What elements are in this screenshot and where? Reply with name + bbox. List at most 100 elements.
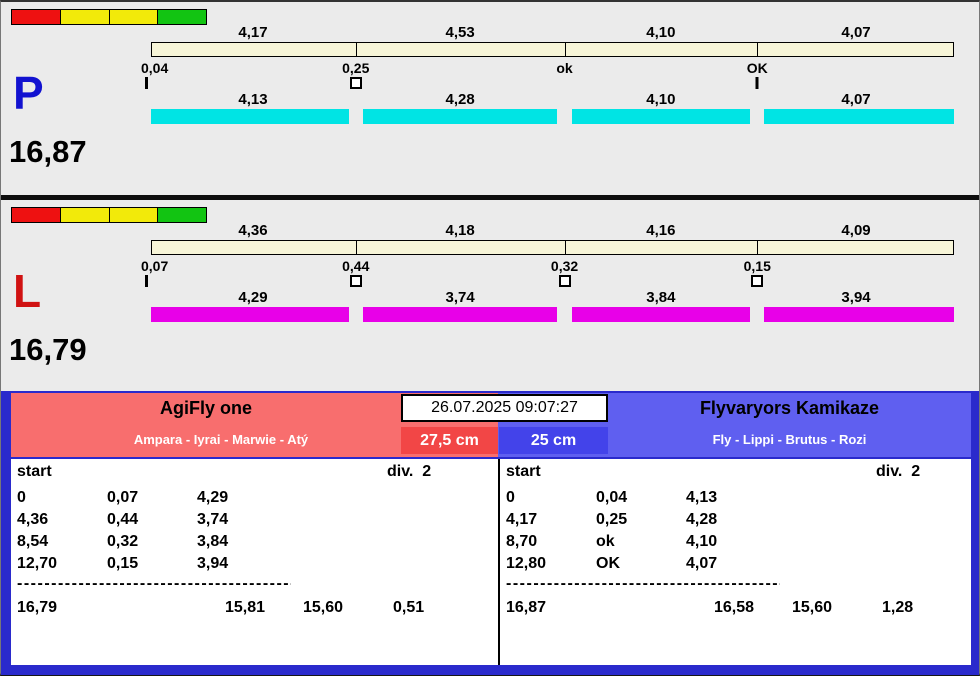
cell-change-time: 0,25 <box>596 511 628 528</box>
dashed-separator: ----------------------------------------… <box>17 575 291 592</box>
dashed-separator: ----------------------------------------… <box>506 575 780 592</box>
table-row: 8,54 0,32 3,84 <box>15 533 493 553</box>
table-row: 0 0,07 4,29 <box>15 489 493 509</box>
results-footer: AgiFly one Flyvaryors Kamikaze Ampara - … <box>1 391 979 675</box>
division-label: div. 2 <box>387 463 432 480</box>
start-lights <box>11 207 207 223</box>
start-label: start <box>17 463 52 480</box>
start-lights <box>11 9 207 25</box>
results-table-left: start div. 2 0 0,07 4,29 4,36 0,44 3,74 … <box>15 459 493 665</box>
results-table-right: start div. 2 0 0,04 4,13 4,17 0,25 4,28 … <box>504 459 966 665</box>
lane-letter: P <box>13 67 44 119</box>
cell-start-time: 12,80 <box>506 555 547 572</box>
segment-divider <box>756 241 758 254</box>
totals-row: 16,87 16,58 15,60 1,28 <box>504 599 966 619</box>
light-green-segment <box>158 10 206 24</box>
split-time: 4,07 <box>841 91 871 108</box>
cell-run-time: 4,29 <box>197 489 229 506</box>
tick-marker-icon <box>145 77 148 89</box>
run-bar <box>764 307 954 322</box>
timing-track: 4,36 4,18 4,16 4,09 0,07 0,44 0,32 0,15 … <box>141 222 954 332</box>
run-bar <box>571 109 751 124</box>
division-label: div. 2 <box>876 463 921 480</box>
cell-run-time: 3,94 <box>197 555 229 572</box>
timing-app-window: { "panels": [ { "letter": "P", "letter_c… <box>0 0 980 676</box>
tick-marker-icon <box>145 275 148 287</box>
lane-panel-p: P 16,87 4,17 4,53 4,10 4,07 0,04 0,25 ok… <box>1 4 979 194</box>
run-bar <box>362 307 558 322</box>
segment-divider <box>756 43 758 56</box>
team-name-left: AgiFly one <box>159 398 252 418</box>
split-time: 3,84 <box>646 289 676 306</box>
run-bar <box>571 307 751 322</box>
cell-change-time: 0,32 <box>107 533 139 550</box>
cell-start-time: 4,17 <box>506 511 538 528</box>
crossing-value: 0,25 <box>342 60 370 76</box>
upper-split-times: 4,17 4,53 4,10 4,07 <box>151 24 954 41</box>
cell-change-time: 0,44 <box>107 511 139 528</box>
crossing-value: ok <box>556 60 573 76</box>
cell-run-time: 3,74 <box>197 511 229 528</box>
cell-start-time: 0 <box>506 489 515 506</box>
results-tables: start div. 2 0 0,07 4,29 4,36 0,44 3,74 … <box>11 459 971 665</box>
box-marker-icon <box>349 275 362 287</box>
team-members-right: Fly - Lippi - Brutus - Rozi <box>712 432 867 447</box>
team-name-right: Flyvaryors Kamikaze <box>699 398 880 418</box>
panel-separator <box>1 195 979 200</box>
total-time: 16,79 <box>17 599 58 616</box>
crossing-values: 0,04 0,25 ok OK <box>141 60 954 76</box>
crossing-value: 0,32 <box>550 258 579 274</box>
cell-run-time: 4,07 <box>686 555 718 572</box>
lane-panel-l: L 16,79 4,36 4,18 4,16 4,09 0,07 0,44 0,… <box>1 202 979 392</box>
table-row: 4,36 0,44 3,74 <box>15 511 493 531</box>
segment-divider <box>356 241 358 254</box>
box-marker-icon <box>558 275 571 287</box>
total-reference-time: 15,60 <box>303 599 344 616</box>
lower-split-times: 4,13 4,28 4,10 4,07 <box>151 91 954 108</box>
crossing-values: 0,07 0,44 0,32 0,15 <box>141 258 954 274</box>
timing-track: 4,17 4,53 4,10 4,07 0,04 0,25 ok OK 4,13… <box>141 24 954 134</box>
lane-total-time: 16,79 <box>9 332 87 367</box>
total-net-time: 16,58 <box>714 599 755 616</box>
run-bar <box>151 109 349 124</box>
split-time: 4,09 <box>841 222 871 239</box>
cell-run-time: 3,84 <box>197 533 229 550</box>
cell-start-time: 0 <box>17 489 26 506</box>
lower-split-times: 4,29 3,74 3,84 3,94 <box>151 289 954 306</box>
cell-run-time: 4,28 <box>686 511 718 528</box>
segment-bar <box>151 42 954 57</box>
segment-divider <box>356 43 358 56</box>
split-time: 4,53 <box>445 24 475 41</box>
light-red-segment <box>12 10 61 24</box>
crossing-value: 0,07 <box>141 258 169 274</box>
total-difference: 1,28 <box>882 599 914 616</box>
split-time: 4,17 <box>238 24 268 41</box>
split-time: 4,29 <box>238 289 268 306</box>
crossing-value: OK <box>746 60 768 76</box>
split-time: 4,10 <box>646 91 676 108</box>
split-time: 3,74 <box>445 289 475 306</box>
cell-start-time: 12,70 <box>17 555 58 572</box>
split-time: 4,07 <box>841 24 871 41</box>
box-marker-icon <box>349 77 362 89</box>
run-bar <box>151 307 349 322</box>
cell-start-time: 8,70 <box>506 533 538 550</box>
table-row: 12,70 0,15 3,94 <box>15 555 493 575</box>
cell-start-time: 4,36 <box>17 511 49 528</box>
crossing-value: 0,15 <box>743 258 771 274</box>
totals-row: 16,79 15,81 15,60 0,51 <box>15 599 493 619</box>
run-bar <box>362 109 558 124</box>
box-marker-icon <box>751 275 764 287</box>
cell-start-time: 8,54 <box>17 533 49 550</box>
segment-bar <box>151 240 954 255</box>
segment-divider <box>564 241 566 254</box>
split-time: 4,28 <box>445 91 475 108</box>
light-green-segment <box>158 208 206 222</box>
jump-height-left: 27,5 cm <box>401 427 498 454</box>
table-row: 4,17 0,25 4,28 <box>504 511 966 531</box>
table-row: 0 0,04 4,13 <box>504 489 966 509</box>
total-time: 16,87 <box>506 599 547 616</box>
total-net-time: 15,81 <box>225 599 266 616</box>
cell-change-time: 0,15 <box>107 555 139 572</box>
crossing-glyphs <box>145 77 954 90</box>
